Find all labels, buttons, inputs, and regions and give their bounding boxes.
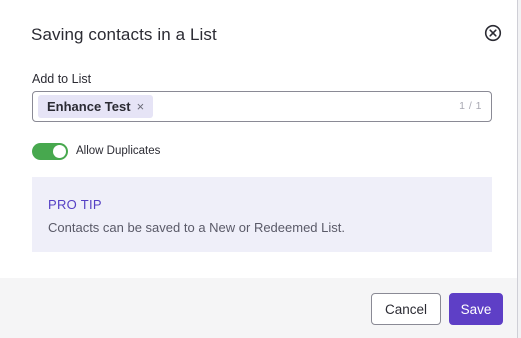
modal-footer: Cancel Save (0, 278, 517, 338)
pro-tip-box: PRO TIP Contacts can be saved to a New o… (32, 177, 492, 252)
selection-counter: 1 / 1 (459, 100, 482, 112)
chip-remove-icon[interactable]: × (137, 100, 145, 113)
save-to-list-modal: Saving contacts in a List Add to List En… (0, 0, 518, 338)
cancel-button[interactable]: Cancel (371, 293, 441, 325)
pro-tip-title: PRO TIP (48, 197, 102, 212)
chip-label: Enhance Test (47, 99, 131, 114)
selected-list-chip: Enhance Test × (38, 95, 154, 118)
pro-tip-text: Contacts can be saved to a New or Redeem… (48, 220, 345, 235)
allow-duplicates-toggle[interactable] (32, 143, 68, 160)
add-to-list-label: Add to List (32, 72, 92, 86)
toggle-knob (53, 145, 66, 158)
close-circle-icon (484, 24, 502, 42)
close-button[interactable] (484, 24, 502, 42)
list-select-input[interactable]: Enhance Test × 1 / 1 (32, 91, 492, 122)
save-button[interactable]: Save (449, 293, 503, 325)
allow-duplicates-label: Allow Duplicates (76, 145, 161, 157)
modal-title: Saving contacts in a List (31, 25, 217, 44)
